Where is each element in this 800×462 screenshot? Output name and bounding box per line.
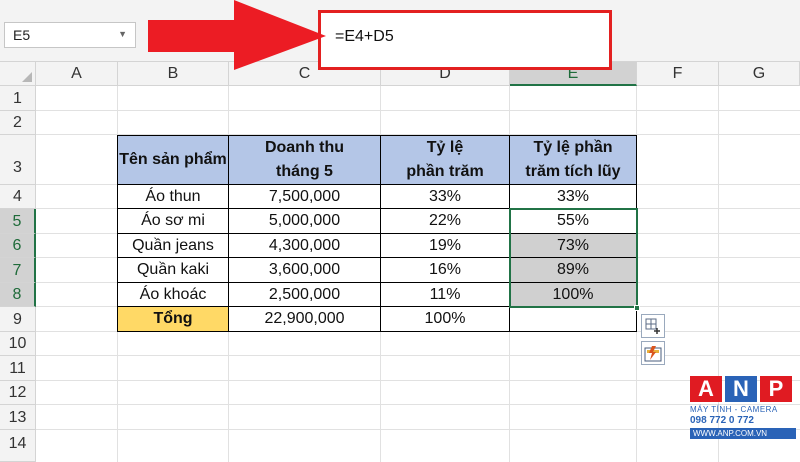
formula-bar[interactable]: =E4+D5	[318, 10, 612, 70]
row-header-5[interactable]: 5	[0, 209, 36, 234]
header-revenue-line2: tháng 5	[276, 163, 333, 180]
header-ratio[interactable]: Tỷ lệ phần trăm	[381, 136, 510, 185]
cell-total-label[interactable]: Tổng	[118, 307, 229, 332]
name-box[interactable]: E5 ▼	[4, 22, 136, 48]
row-header-14[interactable]: 14	[0, 430, 36, 462]
row-header-7[interactable]: 7	[0, 258, 36, 283]
cell-product[interactable]: Áo sơ mi	[118, 209, 229, 234]
cell-cumulative-selected[interactable]: 100%	[510, 283, 637, 307]
column-header-a[interactable]: A	[36, 62, 118, 86]
row-header-13[interactable]: 13	[0, 405, 36, 430]
cell-product[interactable]: Áo thun	[118, 185, 229, 209]
header-ratio-line1: Tỷ lệ	[426, 139, 464, 156]
cell-product[interactable]: Quần kaki	[118, 258, 229, 283]
cell-cumulative[interactable]: 33%	[510, 185, 637, 209]
row-header-4[interactable]: 4	[0, 185, 36, 209]
header-product-label: Tên sản phẩm	[119, 151, 227, 168]
column-header-g[interactable]: G	[719, 62, 800, 86]
header-revenue-line1: Doanh thu	[264, 139, 345, 156]
cell-ratio[interactable]: 19%	[381, 234, 510, 258]
row-header-11[interactable]: 11	[0, 356, 36, 381]
anp-logo: A N P MÁY TÍNH - CAMERA 098 772 0 772 WW…	[690, 376, 796, 448]
gridline	[36, 355, 800, 356]
header-cumulative-line1: Tỷ lệ phần	[533, 139, 613, 156]
column-header-f[interactable]: F	[637, 62, 719, 86]
fill-handle[interactable]	[634, 305, 640, 311]
cell-revenue[interactable]: 2,500,000	[229, 283, 381, 307]
row-header-9[interactable]: 9	[0, 307, 36, 332]
gridline	[36, 404, 800, 405]
row-header-1[interactable]: 1	[0, 86, 36, 111]
header-ratio-line2: phần trăm	[406, 163, 484, 180]
gridline	[36, 110, 800, 111]
cell-cumulative-selected[interactable]: 73%	[510, 234, 637, 258]
cell-ratio[interactable]: 22%	[381, 209, 510, 234]
header-cumulative[interactable]: Tỷ lệ phần trăm tích lũy	[510, 136, 637, 185]
header-product[interactable]: Tên sản phẩm	[118, 136, 229, 185]
header-cumulative-line2: trăm tích lũy	[525, 163, 621, 180]
header-revenue[interactable]: Doanh thu tháng 5	[229, 136, 381, 185]
logo-phone: 098 772 0 772	[690, 415, 754, 426]
cell-cumulative-active[interactable]: 55%	[510, 209, 637, 234]
logo-letter: A	[690, 376, 722, 402]
quick-analysis-icon	[644, 346, 662, 362]
name-box-value: E5	[13, 27, 31, 43]
logo-letter: P	[760, 376, 792, 402]
spreadsheet-grid: A B C D E F G 1 2 3 4 5 6 7 8 9 10 11 12…	[0, 62, 800, 462]
auto-fill-icon	[645, 318, 660, 334]
row-header-10[interactable]: 10	[0, 332, 36, 356]
row-header-6[interactable]: 6	[0, 234, 36, 258]
cell-revenue[interactable]: 5,000,000	[229, 209, 381, 234]
logo-letter: N	[725, 376, 757, 402]
cell-ratio[interactable]: 33%	[381, 185, 510, 209]
gridline	[36, 429, 800, 430]
auto-fill-options-button[interactable]	[641, 314, 665, 338]
chevron-down-icon[interactable]: ▼	[118, 29, 127, 39]
logo-tagline: MÁY TÍNH - CAMERA	[690, 405, 778, 414]
select-all-corner[interactable]	[0, 62, 36, 86]
cell-revenue[interactable]: 7,500,000	[229, 185, 381, 209]
quick-analysis-button[interactable]	[641, 341, 665, 365]
gridline	[36, 380, 800, 381]
ribbon-edge	[0, 0, 800, 6]
cell-cumulative-selected[interactable]: 89%	[510, 258, 637, 283]
cell-total-revenue[interactable]: 22,900,000	[229, 307, 381, 332]
cell-ratio[interactable]: 11%	[381, 283, 510, 307]
red-arrow-annotation	[148, 0, 326, 70]
logo-url: WWW.ANP.COM.VN	[690, 428, 796, 439]
row-header-8[interactable]: 8	[0, 283, 36, 307]
cell-ratio[interactable]: 16%	[381, 258, 510, 283]
cell-total-cumulative[interactable]	[510, 307, 637, 332]
cell-product[interactable]: Áo khoác	[118, 283, 229, 307]
cell-revenue[interactable]: 4,300,000	[229, 234, 381, 258]
formula-input[interactable]: =E4+D5	[335, 28, 394, 46]
cell-product[interactable]: Quần jeans	[118, 234, 229, 258]
row-header-12[interactable]: 12	[0, 381, 36, 405]
cell-revenue[interactable]: 3,600,000	[229, 258, 381, 283]
row-header-3[interactable]: 3	[0, 135, 36, 185]
row-header-2[interactable]: 2	[0, 111, 36, 135]
cell-total-ratio[interactable]: 100%	[381, 307, 510, 332]
